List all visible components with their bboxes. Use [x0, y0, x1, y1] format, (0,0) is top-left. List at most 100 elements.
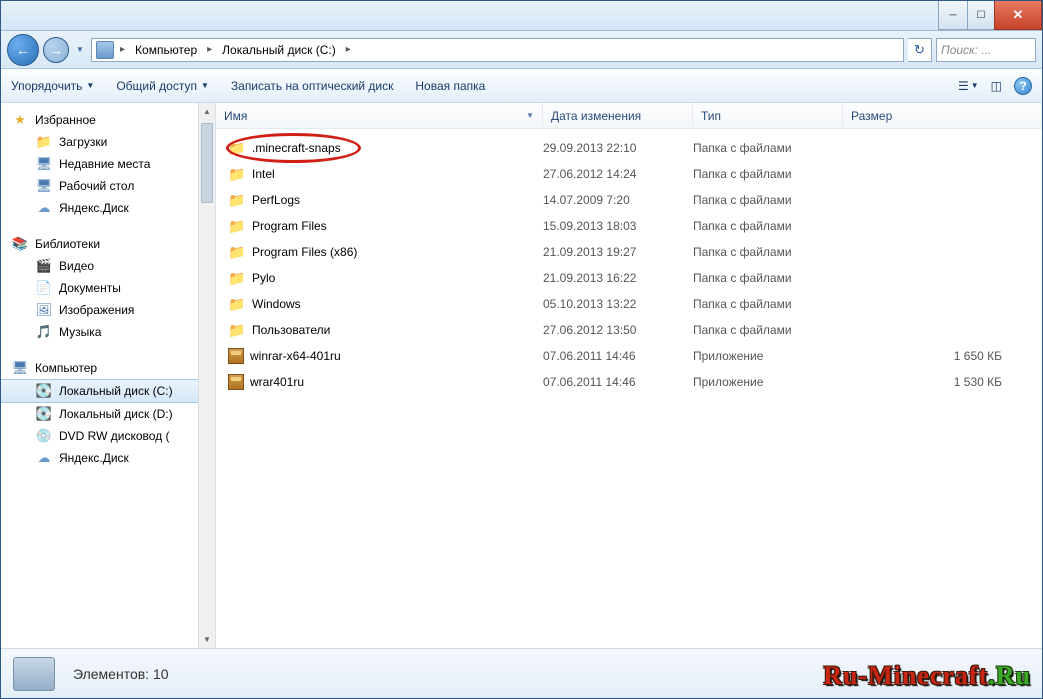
- view-options-button[interactable]: ☰ ▼: [958, 79, 979, 93]
- file-list: 📁.minecraft-snaps29.09.2013 22:10Папка с…: [216, 129, 1042, 648]
- back-button[interactable]: ←: [7, 34, 39, 66]
- sidebar-item-dvd[interactable]: 💿 DVD RW дисковод (: [1, 425, 215, 447]
- toolbar: Упорядочить ▼ Общий доступ ▼ Записать на…: [1, 69, 1042, 103]
- sidebar-item-label: Яндекс.Диск: [59, 451, 129, 465]
- folder-icon: 📁: [228, 140, 246, 156]
- file-row[interactable]: wrar401ru07.06.2011 14:46Приложение1 530…: [216, 369, 1042, 395]
- watermark-text-2: .Ru: [988, 661, 1031, 690]
- file-row[interactable]: 📁Windows05.10.2013 13:22Папка с файлами: [216, 291, 1042, 317]
- column-headers: Имя ▼ Дата изменения Тип Размер: [216, 103, 1042, 129]
- organize-menu[interactable]: Упорядочить ▼: [11, 79, 94, 93]
- share-label: Общий доступ: [116, 79, 197, 93]
- maximize-button[interactable]: ☐: [967, 1, 995, 30]
- sidebar-group-libraries: 📚 Библиотеки 🎬 Видео 📄 Документы 🖼 Изобр…: [1, 233, 215, 343]
- minimize-button[interactable]: ─: [938, 1, 968, 30]
- scroll-down-button[interactable]: ▼: [199, 631, 215, 648]
- file-row[interactable]: 📁Program Files15.09.2013 18:03Папка с фа…: [216, 213, 1042, 239]
- disc-icon: 💿: [35, 428, 53, 444]
- refresh-button[interactable]: ↻: [908, 38, 932, 62]
- cell-name: 📁Пользователи: [228, 322, 543, 338]
- share-menu[interactable]: Общий доступ ▼: [116, 79, 209, 93]
- sidebar-item-drive-c[interactable]: 💽 Локальный диск (C:): [1, 379, 215, 403]
- chevron-down-icon: ▼: [201, 81, 209, 90]
- sidebar-item-videos[interactable]: 🎬 Видео: [1, 255, 215, 277]
- sidebar-header-computer[interactable]: 🖥 Компьютер: [1, 357, 215, 379]
- folder-icon: 📁: [35, 134, 53, 150]
- sidebar-item-label: Яндекс.Диск: [59, 201, 129, 215]
- file-row[interactable]: 📁Pylo21.09.2013 16:22Папка с файлами: [216, 265, 1042, 291]
- column-header-date[interactable]: Дата изменения: [543, 103, 693, 128]
- file-row[interactable]: 📁Пользователи27.06.2012 13:50Папка с фай…: [216, 317, 1042, 343]
- breadcrumb-segment[interactable]: Локальный диск (C:): [218, 41, 340, 59]
- column-header-name[interactable]: Имя ▼: [216, 103, 543, 128]
- sidebar-header-libraries[interactable]: 📚 Библиотеки: [1, 233, 215, 255]
- help-button[interactable]: ?: [1014, 77, 1032, 95]
- sidebar-item-desktop[interactable]: 🖥 Рабочий стол: [1, 175, 215, 197]
- scrollbar-thumb[interactable]: [201, 123, 213, 203]
- cell-date: 05.10.2013 13:22: [543, 297, 693, 311]
- cloud-icon: ☁: [35, 450, 53, 466]
- sidebar-item-drive-d[interactable]: 💽 Локальный диск (D:): [1, 403, 215, 425]
- sidebar-scrollbar[interactable]: ▲ ▼: [198, 103, 215, 648]
- favorites-label: Избранное: [35, 113, 96, 127]
- file-name: Pylo: [252, 271, 275, 285]
- folder-icon: 📁: [228, 192, 246, 208]
- column-label: Дата изменения: [551, 109, 641, 123]
- document-icon: 📄: [35, 280, 53, 296]
- list-view-icon: ☰: [958, 79, 969, 93]
- cell-name: 📁Pylo: [228, 270, 543, 286]
- picture-icon: 🖼: [35, 302, 53, 318]
- cell-type: Папка с файлами: [693, 271, 843, 285]
- burn-button[interactable]: Записать на оптический диск: [231, 79, 394, 93]
- file-row[interactable]: 📁.minecraft-snaps29.09.2013 22:10Папка с…: [216, 135, 1042, 161]
- cell-type: Папка с файлами: [693, 323, 843, 337]
- file-name: wrar401ru: [250, 375, 304, 389]
- sidebar-item-downloads[interactable]: 📁 Загрузки: [1, 131, 215, 153]
- app-icon: [228, 348, 244, 364]
- cell-size: 1 650 КБ: [843, 349, 1042, 363]
- breadcrumb-segment[interactable]: Компьютер: [131, 41, 201, 59]
- cell-type: Папка с файлами: [693, 245, 843, 259]
- scroll-up-button[interactable]: ▲: [199, 103, 215, 120]
- forward-button[interactable]: →: [43, 37, 69, 63]
- new-folder-button[interactable]: Новая папка: [415, 79, 485, 93]
- preview-pane-button[interactable]: ◫: [991, 79, 1002, 93]
- column-header-type[interactable]: Тип: [693, 103, 843, 128]
- watermark: Ru-Minecraft.Ru: [823, 661, 1031, 691]
- file-row[interactable]: winrar-x64-401ru07.06.2011 14:46Приложен…: [216, 343, 1042, 369]
- sidebar-group-computer: 🖥 Компьютер 💽 Локальный диск (C:) 💽 Лока…: [1, 357, 215, 469]
- folder-icon: 📁: [228, 166, 246, 182]
- sidebar-item-music[interactable]: 🎵 Музыка: [1, 321, 215, 343]
- cell-type: Папка с файлами: [693, 167, 843, 181]
- toolbar-right: ☰ ▼ ◫ ?: [958, 77, 1032, 95]
- search-input[interactable]: Поиск: ...: [936, 38, 1036, 62]
- sidebar-item-documents[interactable]: 📄 Документы: [1, 277, 215, 299]
- cell-date: 07.06.2011 14:46: [543, 375, 693, 389]
- address-bar[interactable]: ▸ Компьютер ▸ Локальный диск (C:) ▸: [91, 38, 904, 62]
- column-label: Тип: [701, 109, 721, 123]
- cell-date: 21.09.2013 19:27: [543, 245, 693, 259]
- cell-size: 1 530 КБ: [843, 375, 1042, 389]
- sidebar-item-pictures[interactable]: 🖼 Изображения: [1, 299, 215, 321]
- breadcrumb-separator: ▸: [203, 44, 216, 55]
- file-row[interactable]: 📁PerfLogs14.07.2009 7:20Папка с файлами: [216, 187, 1042, 213]
- sidebar-header-favorites[interactable]: ★ Избранное: [1, 109, 215, 131]
- computer-icon: 🖥: [11, 360, 29, 376]
- sidebar-item-yandexdisk[interactable]: ☁ Яндекс.Диск: [1, 197, 215, 219]
- folder-icon: 📁: [228, 218, 246, 234]
- file-row[interactable]: 📁Intel27.06.2012 14:24Папка с файлами: [216, 161, 1042, 187]
- file-row[interactable]: 📁Program Files (x86)21.09.2013 19:27Папк…: [216, 239, 1042, 265]
- body: ★ Избранное 📁 Загрузки 🖥 Недавние места …: [1, 103, 1042, 648]
- cell-name: 📁Intel: [228, 166, 543, 182]
- video-icon: 🎬: [35, 258, 53, 274]
- history-dropdown[interactable]: ▼: [73, 41, 87, 59]
- close-button[interactable]: ✕: [994, 1, 1042, 30]
- sidebar-item-recent[interactable]: 🖥 Недавние места: [1, 153, 215, 175]
- app-icon: [228, 374, 244, 390]
- cloud-icon: ☁: [35, 200, 53, 216]
- cell-type: Приложение: [693, 349, 843, 363]
- sidebar-item-yandexdisk2[interactable]: ☁ Яндекс.Диск: [1, 447, 215, 469]
- drive-icon: 💽: [35, 406, 53, 422]
- column-label: Имя: [224, 109, 247, 123]
- column-header-size[interactable]: Размер: [843, 103, 1042, 128]
